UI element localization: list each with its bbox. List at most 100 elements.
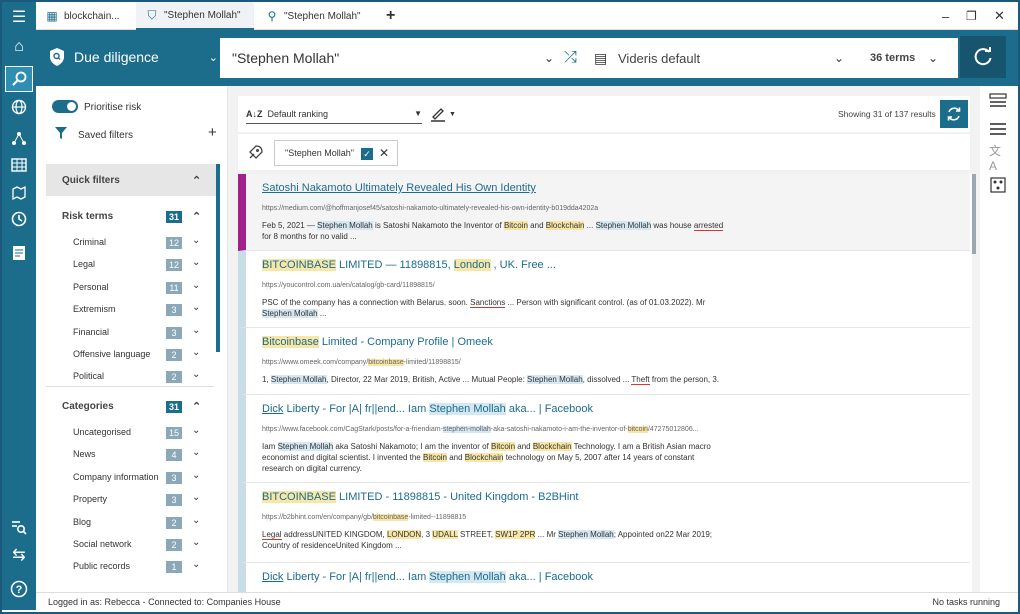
filter-item[interactable]: Legal 12 ⌄ — [46, 255, 216, 275]
result-item[interactable]: BITCOINBASE LIMITED - 11898815 - United … — [238, 483, 970, 563]
table-icon[interactable] — [2, 152, 36, 178]
restore-button[interactable]: ❐ — [966, 2, 977, 30]
results-list: Satoshi Nakamoto Ultimately Revealed His… — [238, 174, 972, 592]
chip-remove-icon[interactable]: ✕ — [379, 146, 389, 160]
result-title[interactable]: BITCOINBASE LIMITED — 11898815, London ,… — [262, 259, 556, 271]
result-item[interactable]: Satoshi Nakamoto Ultimately Revealed His… — [238, 174, 970, 251]
count-badge: 2 — [166, 349, 182, 361]
right-tool-rail: 文A — [980, 86, 1018, 592]
chevron-down-icon[interactable]: ⌄ — [192, 515, 200, 526]
terms-count[interactable]: 36 terms — [870, 52, 915, 64]
chevron-down-icon[interactable]: ⌄ — [192, 470, 200, 481]
result-item[interactable]: Dick Liberty - For |A| fr||end... Iam St… — [238, 563, 970, 592]
report-icon[interactable] — [2, 240, 36, 266]
tab-stephen-mollah-dd[interactable]: ⛉ "Stephen Mollah" — [136, 2, 254, 30]
chevron-down-icon[interactable]: ⌄ — [192, 369, 200, 380]
filter-item-label: Political — [73, 371, 105, 382]
filter-item[interactable]: Extremism 3 ⌄ — [46, 300, 216, 320]
transfer-icon[interactable]: ⇆ — [2, 542, 36, 568]
search-list-icon[interactable] — [2, 514, 36, 540]
map-icon[interactable] — [2, 180, 36, 206]
tab-label: "Stephen Mollah" — [164, 9, 241, 21]
shuffle-icon[interactable]: ⤮ — [564, 49, 577, 67]
result-item[interactable]: Dick Liberty - For |A| fr||end... Iam St… — [238, 395, 970, 483]
chevron-down-icon[interactable]: ⌄ — [192, 559, 200, 570]
chevron-down-icon[interactable]: ⌄ — [928, 51, 938, 65]
rocket-icon[interactable] — [246, 144, 264, 162]
chevron-down-icon[interactable]: ⌄ — [192, 447, 200, 458]
result-title[interactable]: Dick Liberty - For |A| fr||end... Iam St… — [262, 571, 593, 583]
shield-search-icon — [50, 48, 64, 66]
network-icon[interactable] — [2, 126, 36, 152]
filter-item[interactable]: Company information 3 ⌄ — [46, 468, 216, 488]
ranking-label: Default ranking — [267, 108, 329, 119]
quick-filters-header[interactable]: Quick filters ⌃ — [46, 164, 216, 196]
globe-icon[interactable] — [2, 94, 36, 120]
chevron-down-icon[interactable]: ⌄ — [192, 302, 200, 313]
filter-item[interactable]: Personal 11 ⌄ — [46, 278, 216, 298]
result-item[interactable]: BITCOINBASE LIMITED — 11898815, London ,… — [238, 251, 970, 328]
list-detail-icon[interactable] — [989, 92, 1007, 110]
filter-item[interactable]: Social network 2 ⌄ — [46, 535, 216, 555]
result-title[interactable]: Bitcoinbase Limited - Company Profile | … — [262, 336, 493, 348]
add-filter-button[interactable]: + — [208, 124, 217, 141]
entities-icon[interactable] — [989, 176, 1007, 194]
new-tab-button[interactable]: + — [376, 2, 406, 30]
chevron-down-icon[interactable]: ⌄ — [834, 51, 844, 65]
chevron-down-icon[interactable]: ⌄ — [192, 325, 200, 336]
filter-item[interactable]: Political 2 ⌄ — [46, 367, 216, 387]
results-scrollbar[interactable] — [972, 174, 976, 254]
risk-terms-header[interactable]: Risk terms 31 ⌃ — [46, 202, 216, 230]
tab-stephen-mollah-search[interactable]: ⚲ "Stephen Mollah" — [256, 2, 374, 30]
result-item[interactable]: Bitcoinbase Limited - Company Profile | … — [238, 328, 970, 395]
chevron-down-icon[interactable]: ⌄ — [192, 257, 200, 268]
prioritise-risk-toggle[interactable] — [52, 100, 78, 113]
chevron-down-icon[interactable]: ⌄ — [192, 280, 200, 291]
refresh-icon — [974, 47, 992, 66]
saved-filters-label[interactable]: Saved filters — [78, 124, 198, 146]
clock-icon[interactable] — [2, 206, 36, 232]
help-icon[interactable]: ? — [2, 576, 36, 602]
chip-checkbox[interactable]: ✓ — [361, 148, 373, 160]
filter-item[interactable]: Financial 3 ⌄ — [46, 323, 216, 343]
chevron-down-icon[interactable]: ⌄ — [192, 537, 200, 548]
chevron-down-icon[interactable]: ⌄ — [192, 235, 200, 246]
translate-icon[interactable]: 文A — [989, 144, 1007, 173]
query-text: "Stephen Mollah" — [232, 50, 340, 66]
prioritise-risk-label: Prioritise risk — [84, 101, 142, 113]
filter-item[interactable]: Property 3 ⌄ — [46, 490, 216, 510]
tab-blockchain[interactable]: ▦ blockchain... — [36, 2, 136, 30]
filter-item[interactable]: Blog 2 ⌄ — [46, 513, 216, 533]
list-icon[interactable] — [989, 120, 1007, 138]
filter-item[interactable]: News 4 ⌄ — [46, 445, 216, 465]
query-field[interactable]: "Stephen Mollah" ⌄ ⤮ ▤ Videris default ⌄… — [220, 38, 958, 78]
query-chip[interactable]: "Stephen Mollah" ✓ ✕ — [274, 140, 398, 166]
refresh-results-button[interactable] — [940, 100, 968, 128]
chevron-down-icon[interactable]: ⌄ — [544, 51, 554, 65]
highlight-dropdown[interactable]: ▼ — [430, 104, 460, 124]
result-title[interactable]: BITCOINBASE LIMITED - 11898815 - United … — [262, 491, 579, 503]
chevron-down-icon[interactable]: ⌄ — [192, 425, 200, 436]
chevron-down-icon[interactable]: ⌄ — [192, 347, 200, 358]
result-title[interactable]: Dick Liberty - For |A| fr||end... Iam St… — [262, 403, 593, 415]
filter-item[interactable]: Criminal 12 ⌄ — [46, 233, 216, 253]
categories-header[interactable]: Categories 31 ⌃ — [46, 392, 216, 420]
result-title[interactable]: Satoshi Nakamoto Ultimately Revealed His… — [262, 182, 536, 194]
profile-label[interactable]: Videris default — [618, 51, 700, 66]
count-badge: 12 — [166, 237, 182, 249]
home-icon[interactable]: ⌂ — [2, 34, 36, 60]
filter-item[interactable]: Uncategorised 15 ⌄ — [46, 423, 216, 443]
chevron-down-icon[interactable]: ⌄ — [192, 492, 200, 503]
filter-item[interactable]: Public records 1 ⌄ — [46, 557, 216, 577]
search-icon[interactable] — [5, 66, 33, 92]
sidebar-scrollbar[interactable] — [216, 164, 220, 352]
filter-item[interactable]: Offensive language 2 ⌄ — [46, 345, 216, 365]
tab-label: blockchain... — [64, 10, 120, 22]
run-search-button[interactable] — [960, 36, 1006, 78]
menu-icon[interactable]: ☰ — [2, 4, 36, 30]
mode-dropdown[interactable]: Due diligence ⌄ — [48, 42, 218, 72]
refresh-icon — [947, 107, 961, 121]
minimize-button[interactable]: – — [942, 2, 949, 30]
close-button[interactable]: ✕ — [994, 2, 1005, 30]
ranking-dropdown[interactable]: A↓Z Default ranking ▼ — [246, 104, 422, 124]
